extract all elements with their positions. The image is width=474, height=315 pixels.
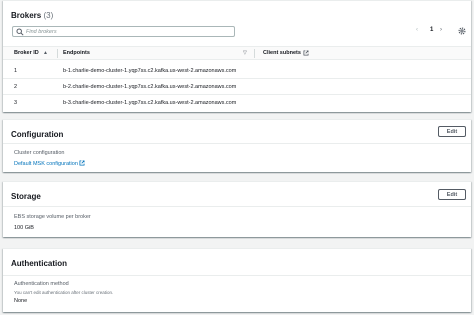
column-endpoints[interactable]: Endpoints [63, 50, 90, 56]
broker-search-box[interactable] [12, 26, 235, 37]
configuration-edit-button[interactable]: Edit [438, 126, 466, 137]
storage-panel: Storage Edit EBS storage volume per brok… [3, 181, 471, 237]
divider [3, 275, 471, 276]
brokers-table-header: Broker ID ▲ Endpoints ▽ Client subnets [3, 46, 471, 60]
endpoint-cell: b-2.charlie-demo-cluster-1.yqp7ss.c2.kaf… [63, 84, 237, 90]
sort-icon[interactable]: ▽ [243, 50, 247, 56]
authentication-note: You can't edit authentication after clus… [14, 290, 114, 295]
broker-search-input[interactable] [26, 27, 231, 36]
storage-title: Storage [11, 192, 41, 201]
endpoint-cell: b-3.charlie-demo-cluster-1.yqp7ss.c2.kaf… [63, 100, 237, 106]
authentication-title: Authentication [11, 259, 67, 268]
gear-icon[interactable] [457, 26, 467, 36]
brokers-panel: Brokers (3) ‹ 1 › Broker ID ▲ Endpoints … [3, 0, 471, 112]
previous-page-icon[interactable]: ‹ [416, 27, 418, 33]
broker-id-cell: 1 [14, 68, 18, 74]
divider [3, 206, 471, 207]
search-icon [16, 28, 24, 36]
page-number[interactable]: 1 [430, 27, 433, 33]
column-divider [254, 49, 255, 58]
next-page-icon[interactable]: › [440, 27, 442, 33]
column-broker-id[interactable]: Broker ID [14, 50, 39, 56]
column-divider [57, 49, 58, 58]
table-row: 1 b-1.charlie-demo-cluster-1.yqp7ss.c2.k… [3, 64, 471, 79]
authentication-panel: Authentication Authentication method You… [3, 248, 471, 312]
storage-edit-button[interactable]: Edit [438, 189, 466, 200]
configuration-panel: Configuration Edit Cluster configuration… [3, 119, 471, 172]
broker-id-cell: 3 [14, 100, 18, 106]
sort-ascending-icon[interactable]: ▲ [43, 50, 48, 56]
link-text[interactable]: Default MSK configuration [14, 161, 78, 167]
authentication-method-label: Authentication method [14, 281, 69, 287]
broker-id-cell: 2 [14, 84, 18, 90]
ebs-storage-value: 100 GiB [14, 225, 34, 231]
cluster-configuration-label: Cluster configuration [14, 150, 65, 156]
brokers-count: (3) [43, 11, 54, 20]
table-row: 3 b-3.charlie-demo-cluster-1.yqp7ss.c2.k… [3, 96, 471, 111]
authentication-method-value: None [14, 298, 28, 304]
table-row: 2 b-2.charlie-demo-cluster-1.yqp7ss.c2.k… [3, 80, 471, 95]
column-client-subnets[interactable]: Client subnets [263, 50, 301, 56]
brokers-title: Brokers (3) [11, 11, 53, 20]
ebs-storage-label: EBS storage volume per broker [14, 214, 91, 220]
configuration-title: Configuration [11, 130, 64, 139]
divider [3, 143, 471, 144]
endpoint-cell: b-1.charlie-demo-cluster-1.yqp7ss.c2.kaf… [63, 68, 237, 74]
default-msk-configuration-link[interactable]: Default MSK configuration [14, 160, 85, 167]
external-link-icon[interactable] [303, 50, 309, 56]
external-link-icon[interactable] [79, 160, 85, 166]
brokers-title-text: Brokers [11, 11, 42, 20]
